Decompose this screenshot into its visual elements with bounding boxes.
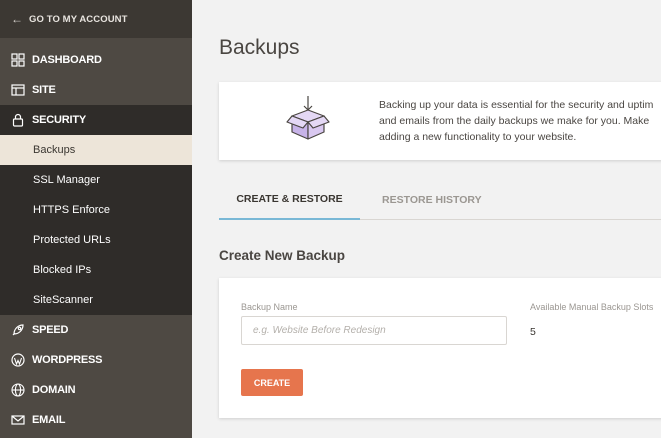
sidebar-item-label: WORDPRESS [32,354,103,366]
sidebar-item-email[interactable]: EMAIL [0,405,192,435]
sidebar-subitem-https-enforce[interactable]: HTTPS Enforce [0,195,192,225]
sidebar-subitem-label: Blocked IPs [33,264,92,276]
sidebar-item-speed[interactable]: SPEED [0,315,192,345]
create-backup-card: Backup Name Available Manual Backup Slot… [219,278,661,418]
slots-label: Available Manual Backup Slots [530,302,654,312]
sidebar-item-label: SECURITY [32,114,87,126]
sidebar-subitem-label: Backups [33,144,76,156]
backup-name-label: Backup Name [241,302,298,312]
sidebar-item-domain[interactable]: DOMAIN [0,375,192,405]
sidebar: ← GO TO MY ACCOUNT DASHBOARD SITE SECURI… [0,0,192,438]
lock-icon [0,113,32,127]
tab-create-restore[interactable]: CREATE & RESTORE [219,180,360,220]
info-line: and emails from the daily backups we mak… [379,115,650,127]
sidebar-item-label: EMAIL [32,414,66,426]
tab-restore-history[interactable]: RESTORE HISTORY [382,180,482,220]
info-line: adding a new functionality to your websi… [379,131,577,143]
sidebar-item-dashboard[interactable]: DASHBOARD [0,45,192,75]
rocket-icon [0,323,32,337]
wordpress-icon [0,353,32,367]
sidebar-item-label: SPEED [32,324,69,336]
main-content: Backups Backing up your data is essentia… [192,0,661,438]
info-line: Backing up your data is essential for th… [379,99,654,111]
sidebar-subitem-backups[interactable]: Backups [0,135,192,165]
create-button[interactable]: CREATE [241,369,303,396]
sidebar-subitem-label: Protected URLs [33,234,111,246]
sidebar-subitem-protected-urls[interactable]: Protected URLs [0,225,192,255]
sidebar-subitem-label: SiteScanner [33,294,93,306]
slots-value: 5 [530,326,536,338]
tab-bar: CREATE & RESTORE RESTORE HISTORY [219,180,661,220]
info-card: Backing up your data is essential for th… [219,82,661,160]
sidebar-subitem-label: SSL Manager [33,174,100,186]
browser-icon [0,83,32,97]
arrow-left-icon: ← [11,12,23,26]
sidebar-item-label: DASHBOARD [32,54,102,66]
go-to-account-link[interactable]: ← GO TO MY ACCOUNT [0,0,192,38]
section-title: Create New Backup [219,248,346,263]
sidebar-subitem-ssl-manager[interactable]: SSL Manager [0,165,192,195]
sidebar-subitem-label: HTTPS Enforce [33,204,111,216]
go-to-account-label: GO TO MY ACCOUNT [29,13,128,25]
globe-icon [0,383,32,397]
sidebar-item-site[interactable]: SITE [0,75,192,105]
backup-name-input[interactable] [241,316,507,345]
box-icon [285,94,331,149]
info-text: Backing up your data is essential for th… [379,97,661,145]
sidebar-item-label: SITE [32,84,56,96]
sidebar-subitem-sitescanner[interactable]: SiteScanner [0,285,192,315]
envelope-icon [0,413,32,427]
grid-icon [0,53,32,67]
sidebar-item-wordpress[interactable]: WORDPRESS [0,345,192,375]
page-title: Backups [219,36,300,59]
sidebar-item-label: DOMAIN [32,384,76,396]
sidebar-subitem-blocked-ips[interactable]: Blocked IPs [0,255,192,285]
sidebar-item-security[interactable]: SECURITY [0,105,192,135]
